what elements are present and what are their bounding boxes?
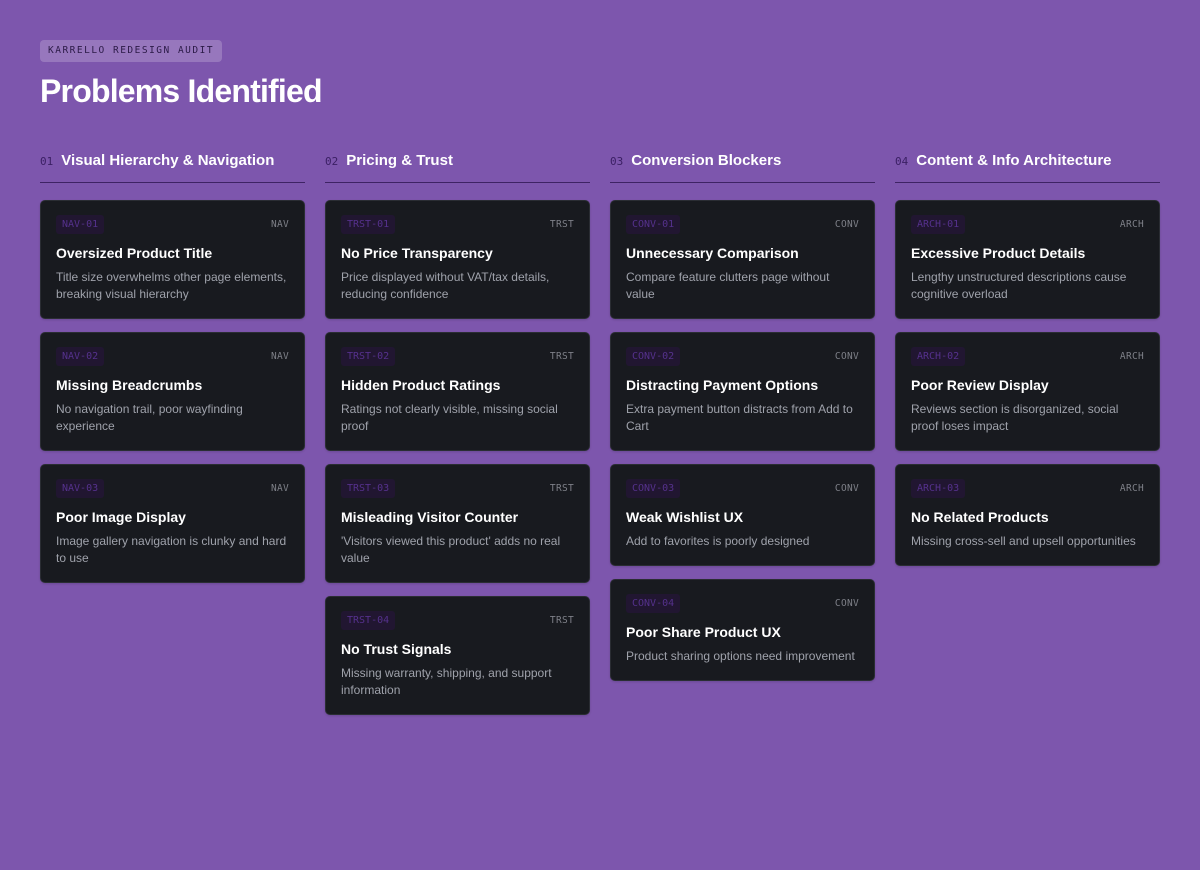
- problem-title: Distracting Payment Options: [626, 377, 819, 393]
- category-label: TRST: [549, 483, 574, 494]
- problem-description: Ratings not clearly visible, missing soc…: [341, 402, 558, 433]
- problem-title: No Price Transparency: [341, 245, 493, 261]
- problem-id-tag: TRST-03: [341, 479, 396, 498]
- column-number: 01: [40, 155, 54, 168]
- problem-title: Excessive Product Details: [911, 245, 1086, 261]
- column-title: Visual Hierarchy & Navigation: [61, 152, 275, 169]
- problem-columns: 01 Visual Hierarchy & Navigation NAV-01 N…: [40, 146, 1160, 715]
- problem-card[interactable]: CONV-04 CONV Poor Share Product UX Produc…: [610, 579, 875, 681]
- category-label: ARCH: [1119, 351, 1144, 362]
- category-label: NAV: [270, 351, 289, 362]
- problem-description: Missing warranty, shipping, and support …: [341, 666, 552, 697]
- problem-card[interactable]: ARCH-02 ARCH Poor Review Display Reviews …: [895, 332, 1160, 451]
- column-title: Content & Info Architecture: [916, 152, 1112, 169]
- problem-title: Poor Review Display: [911, 377, 1049, 393]
- problem-card[interactable]: NAV-03 NAV Poor Image Display Image galle…: [40, 464, 305, 583]
- column-content-architecture: 04 Content & Info Architecture ARCH-01 AR…: [895, 146, 1160, 715]
- problem-id-tag: NAV-03: [56, 479, 105, 498]
- column-number: 02: [325, 155, 339, 168]
- problem-title: Hidden Product Ratings: [341, 377, 501, 393]
- problem-description: Add to favorites is poorly designed: [626, 534, 810, 548]
- problem-id-tag: CONV-02: [626, 347, 681, 366]
- category-label: NAV: [270, 483, 289, 494]
- problem-title: Poor Image Display: [56, 509, 186, 525]
- problem-title: No Related Products: [911, 509, 1049, 525]
- problem-id-tag: TRST-02: [341, 347, 396, 366]
- category-label: ARCH: [1119, 483, 1144, 494]
- problem-description: No navigation trail, poor wayfinding exp…: [56, 402, 243, 433]
- problem-card[interactable]: NAV-02 NAV Missing Breadcrumbs No navigat…: [40, 332, 305, 451]
- problem-card[interactable]: CONV-03 CONV Weak Wishlist UX Add to favo…: [610, 464, 875, 566]
- column-header: 02 Pricing & Trust: [325, 146, 590, 183]
- problem-card[interactable]: ARCH-01 ARCH Excessive Product Details Le…: [895, 200, 1160, 319]
- problem-title: Poor Share Product UX: [626, 624, 781, 640]
- card-list: CONV-01 CONV Unnecessary Comparison Compa…: [610, 200, 875, 681]
- problem-card[interactable]: NAV-01 NAV Oversized Product Title Title …: [40, 200, 305, 319]
- problem-card[interactable]: TRST-03 TRST Misleading Visitor Counter '…: [325, 464, 590, 583]
- problem-id-tag: NAV-02: [56, 347, 105, 366]
- problem-id-tag: ARCH-01: [911, 215, 966, 234]
- column-pricing-trust: 02 Pricing & Trust TRST-01 TRST No Price …: [325, 146, 590, 715]
- problem-id-tag: CONV-04: [626, 594, 681, 613]
- problem-id-tag: CONV-01: [626, 215, 681, 234]
- audit-page: KARRELLO REDESIGN AUDIT Problems Identif…: [0, 0, 1200, 870]
- problem-id-tag: NAV-01: [56, 215, 105, 234]
- problem-card[interactable]: CONV-02 CONV Distracting Payment Options …: [610, 332, 875, 451]
- column-visual-hierarchy: 01 Visual Hierarchy & Navigation NAV-01 N…: [40, 146, 305, 715]
- problem-card[interactable]: TRST-01 TRST No Price Transparency Price …: [325, 200, 590, 319]
- problem-title: No Trust Signals: [341, 641, 452, 657]
- category-label: CONV: [834, 483, 859, 494]
- problem-title: Misleading Visitor Counter: [341, 509, 519, 525]
- category-label: ARCH: [1119, 219, 1144, 230]
- audit-label: KARRELLO REDESIGN AUDIT: [40, 40, 223, 62]
- problem-id-tag: ARCH-03: [911, 479, 966, 498]
- problem-description: Compare feature clutters page without va…: [626, 270, 830, 301]
- category-label: CONV: [834, 351, 859, 362]
- problem-description: Image gallery navigation is clunky and h…: [56, 534, 287, 565]
- page-title: Problems Identified: [40, 73, 323, 109]
- problem-description: Extra payment button distracts from Add …: [626, 402, 853, 433]
- column-title: Conversion Blockers: [631, 152, 782, 169]
- card-list: ARCH-01 ARCH Excessive Product Details Le…: [895, 200, 1160, 566]
- problem-card[interactable]: TRST-04 TRST No Trust Signals Missing war…: [325, 596, 590, 715]
- column-header: 03 Conversion Blockers: [610, 146, 875, 183]
- column-number: 04: [895, 155, 909, 168]
- problem-description: Reviews section is disorganized, social …: [911, 402, 1119, 433]
- problem-title: Oversized Product Title: [56, 245, 213, 261]
- column-title: Pricing & Trust: [346, 152, 453, 169]
- problem-description: Lengthy unstructured descriptions cause …: [911, 270, 1127, 301]
- problem-id-tag: TRST-01: [341, 215, 396, 234]
- column-number: 03: [610, 155, 624, 168]
- card-list: TRST-01 TRST No Price Transparency Price …: [325, 200, 590, 715]
- problem-card[interactable]: ARCH-03 ARCH No Related Products Missing …: [895, 464, 1160, 566]
- column-header: 04 Content & Info Architecture: [895, 146, 1160, 183]
- problem-id-tag: TRST-04: [341, 611, 396, 630]
- problem-description: Product sharing options need improvement: [626, 649, 855, 663]
- problem-title: Weak Wishlist UX: [626, 509, 744, 525]
- column-conversion-blockers: 03 Conversion Blockers CONV-01 CONV Unnec…: [610, 146, 875, 715]
- problem-title: Missing Breadcrumbs: [56, 377, 203, 393]
- category-label: TRST: [549, 219, 574, 230]
- problem-id-tag: CONV-03: [626, 479, 681, 498]
- problem-card[interactable]: TRST-02 TRST Hidden Product Ratings Ratin…: [325, 332, 590, 451]
- category-label: CONV: [834, 598, 859, 609]
- category-label: NAV: [270, 219, 289, 230]
- problem-title: Unnecessary Comparison: [626, 245, 799, 261]
- problem-description: 'Visitors viewed this product' adds no r…: [341, 534, 561, 565]
- problem-description: Title size overwhelms other page element…: [56, 270, 287, 301]
- category-label: TRST: [549, 351, 574, 362]
- category-label: TRST: [549, 615, 574, 626]
- problem-id-tag: ARCH-02: [911, 347, 966, 366]
- problem-description: Missing cross-sell and upsell opportunit…: [911, 534, 1136, 548]
- card-list: NAV-01 NAV Oversized Product Title Title …: [40, 200, 305, 583]
- problem-description: Price displayed without VAT/tax details,…: [341, 270, 550, 301]
- problem-card[interactable]: CONV-01 CONV Unnecessary Comparison Compa…: [610, 200, 875, 319]
- category-label: CONV: [834, 219, 859, 230]
- column-header: 01 Visual Hierarchy & Navigation: [40, 146, 305, 183]
